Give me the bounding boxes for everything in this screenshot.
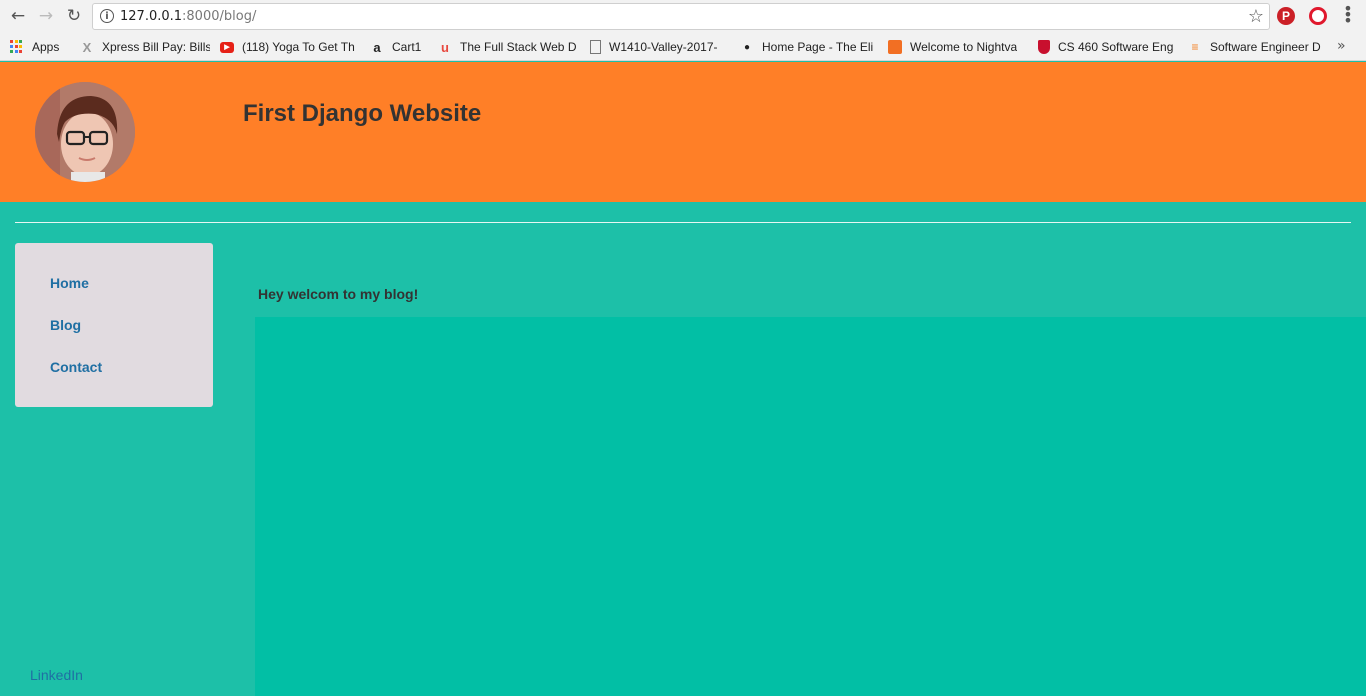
pinterest-icon[interactable]: P [1277, 7, 1295, 25]
bookmark-label: Cart1 [392, 40, 422, 54]
xpress-icon: X [82, 39, 92, 55]
page: First Django Website Home Blog Contact H… [0, 62, 1366, 696]
sidebar-item-blog[interactable]: Blog [50, 317, 81, 333]
avatar [35, 82, 135, 182]
more-bookmarks-icon[interactable]: » [1337, 38, 1346, 54]
browser-toolbar: ← → ↻ i 127.0.0.1:8000/blog/ ☆ P • • • [0, 0, 1366, 33]
bookmark-apps[interactable]: Apps [10, 39, 70, 55]
avatar-portrait [35, 82, 135, 182]
sidebar-item-home[interactable]: Home [50, 275, 89, 291]
forward-arrow-icon[interactable]: → [36, 6, 56, 26]
kebab-menu-icon[interactable]: • • • [1341, 1, 1355, 29]
bookmark-cart[interactable]: a Cart1 [370, 39, 430, 55]
bookmark-star-icon[interactable]: ☆ [1248, 6, 1264, 27]
url-path: :8000/blog/ [182, 9, 257, 24]
youtube-icon: ▶ [220, 41, 234, 53]
bookmark-w1410[interactable]: W1410-Valley-2017- [590, 39, 726, 55]
divider [15, 222, 1351, 223]
bookmark-yoga[interactable]: ▶ (118) Yoga To Get Th [220, 39, 356, 55]
amazon-icon: a [373, 39, 381, 55]
bookmark-software[interactable]: ≡ Software Engineer D [1188, 39, 1326, 55]
sidebar-item-contact[interactable]: Contact [50, 359, 102, 375]
bookmark-label: CS 460 Software Eng [1058, 40, 1174, 54]
bookmark-label: Xpress Bill Pay: Bills [102, 40, 210, 54]
sidebar-nav: Home Blog Contact [15, 243, 213, 407]
url-host: 127.0.0.1 [120, 9, 183, 24]
page-icon [590, 40, 601, 54]
back-arrow-icon[interactable]: ← [8, 6, 28, 26]
address-bar[interactable]: i 127.0.0.1:8000/blog/ ☆ [92, 3, 1270, 30]
bookmark-homepage[interactable]: ● Home Page - The Eli [740, 39, 875, 55]
address-url[interactable]: 127.0.0.1:8000/blog/ [120, 9, 256, 24]
bookmark-label: Welcome to Nightva [910, 40, 1018, 54]
shield-icon [1038, 40, 1050, 54]
ninja-icon: ● [743, 41, 751, 53]
soundcloud-icon [888, 40, 902, 54]
bookmark-label: (118) Yoga To Get Th [242, 40, 355, 54]
bookmark-fullstack[interactable]: u The Full Stack Web D [438, 39, 576, 55]
bookmark-label: Software Engineer D [1210, 40, 1321, 54]
bookmark-xpress[interactable]: X Xpress Bill Pay: Bills [80, 39, 210, 55]
linkedin-link[interactable]: LinkedIn [30, 667, 83, 683]
bookmark-cs460[interactable]: CS 460 Software Eng [1038, 39, 1176, 55]
udemy-icon: u [441, 39, 449, 55]
site-info-icon[interactable]: i [100, 9, 114, 23]
opera-icon[interactable] [1309, 7, 1327, 25]
stackoverflow-icon: ≡ [1191, 40, 1199, 54]
apps-grid-icon [10, 40, 24, 54]
bookmark-label: W1410-Valley-2017- [609, 40, 718, 54]
bookmark-label: Apps [32, 40, 60, 54]
content-area [255, 317, 1366, 696]
welcome-text: Hey welcom to my blog! [258, 286, 419, 302]
page-title: First Django Website [243, 100, 482, 127]
bookmark-label: The Full Stack Web D [460, 40, 576, 54]
bookmarks-bar: Apps X Xpress Bill Pay: Bills ▶ (118) Yo… [0, 33, 1366, 61]
site-header: First Django Website [0, 62, 1366, 202]
bookmark-label: Home Page - The Eli [762, 40, 874, 54]
bookmark-nightvale[interactable]: Welcome to Nightva [888, 39, 1026, 55]
reload-icon[interactable]: ↻ [64, 6, 84, 26]
